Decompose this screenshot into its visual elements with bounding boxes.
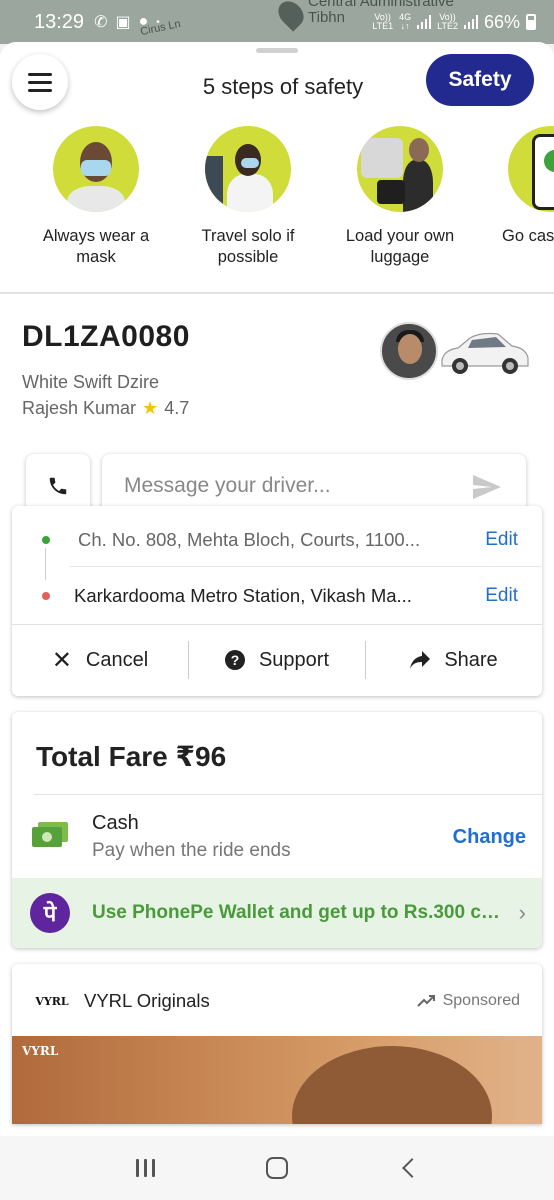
edit-drop-button[interactable]: Edit (485, 585, 518, 607)
safety-button[interactable]: Safety (426, 54, 534, 106)
safety-step-label: Load your own luggage (345, 227, 455, 266)
safety-step-label: Always wear a mask (42, 227, 150, 266)
vyrl-watermark-logo: VYRL (22, 1044, 59, 1058)
safety-step-cashless[interactable]: Go cas limit co (482, 126, 554, 247)
safety-step-luggage[interactable]: Load your own luggage (330, 126, 470, 268)
total-fare: Total Fare ₹96 (36, 741, 227, 772)
message-placeholder: Message your driver... (124, 474, 331, 497)
sheet-drag-handle[interactable] (256, 48, 298, 53)
help-icon: ? (224, 650, 245, 670)
driver-avatar[interactable] (380, 322, 438, 380)
battery-percent: 66% (483, 11, 520, 32)
cash-icon (32, 822, 68, 847)
fare-card: Total Fare ₹96 Cash Pay when the ride en… (12, 712, 542, 948)
pickup-address: Ch. No. 808, Mehta Bloch, Courts, 1100..… (78, 529, 421, 550)
system-navigation-bar (0, 1136, 554, 1200)
solo-travel-image (205, 126, 291, 212)
safety-step-solo[interactable]: Travel solo if possible (178, 126, 318, 268)
sponsored-person-image (292, 1046, 492, 1124)
payment-method-description: Pay when the ride ends (92, 840, 291, 861)
phonepe-promo-banner[interactable]: पे Use PhonePe Wallet and get up to Rs.3… (12, 878, 542, 948)
fare-divider (34, 794, 542, 795)
send-icon[interactable] (472, 474, 502, 500)
sponsored-card[interactable]: VYRL VYRL Originals Sponsored VYRL (12, 964, 542, 1124)
edit-pickup-button[interactable]: Edit (485, 529, 518, 551)
change-payment-button[interactable]: Change (453, 826, 526, 849)
mask-person-image (53, 126, 139, 212)
share-arrow-icon (410, 651, 431, 669)
sponsored-image[interactable]: VYRL (12, 1036, 542, 1124)
sponsor-name: VYRL Originals (84, 990, 210, 1011)
safety-step-mask[interactable]: Always wear a mask (26, 126, 166, 268)
status-time: 13:29 (34, 10, 85, 33)
signal-2-icon (463, 15, 478, 29)
map-label-line-2: Tibhn (308, 9, 345, 26)
promo-text: Use PhonePe Wallet and get up to Rs.300 … (92, 902, 504, 923)
status-bar: 13:29 ✆ ▣ ● • Central Administrative Tib… (0, 0, 554, 44)
payment-method: Cash (92, 812, 139, 834)
ride-actions: ✕ Cancel ? Support Share (12, 625, 542, 695)
pickup-row: Ch. No. 808, Mehta Bloch, Courts, 1100..… (12, 512, 542, 568)
map-pin-icon (273, 0, 309, 32)
phone-icon (49, 477, 67, 495)
driver-name: Rajesh Kumar (22, 398, 137, 418)
driver-rating: 4.7 (164, 398, 190, 418)
safety-steps-carousel[interactable]: Always wear a mask Travel solo if possib… (0, 126, 554, 276)
cashless-payment-image (508, 126, 554, 212)
safety-step-label: Travel solo if possible (201, 227, 295, 266)
route-card: Ch. No. 808, Mehta Bloch, Courts, 1100..… (12, 506, 542, 696)
vyrl-logo: VYRL (35, 994, 69, 1008)
share-label: Share (444, 648, 498, 671)
car-image (441, 332, 529, 374)
section-divider (0, 292, 554, 294)
support-label: Support (258, 648, 330, 671)
map-background-label: Central Administrative Tibhn Cirus Ln (139, 0, 454, 38)
gallery-notification-icon: ▣ (115, 14, 131, 31)
close-icon: ✕ (51, 646, 72, 674)
vehicle-plate: DL1ZA0080 (22, 320, 190, 353)
recent-apps-button[interactable] (135, 1159, 155, 1177)
sponsored-label: Sponsored (416, 992, 520, 1010)
route-divider (70, 566, 542, 567)
star-icon: ★ (142, 398, 159, 418)
safety-step-label: Go cas limit co (502, 227, 554, 245)
car-model: White Swift Dzire (22, 372, 160, 392)
drop-dot-icon (42, 592, 50, 600)
support-button[interactable]: ? Support (189, 625, 365, 695)
drop-address: Karkardooma Metro Station, Vikash Ma... (74, 585, 412, 606)
pickup-dot-icon (42, 536, 50, 544)
driver-info: Rajesh Kumar ★ 4.7 (22, 398, 189, 419)
battery-icon (526, 14, 536, 30)
phone-notification-icon: ✆ (94, 14, 108, 31)
phonepe-logo-icon: पे (30, 893, 70, 933)
chevron-right-icon: › (518, 900, 526, 925)
drop-row: Karkardooma Metro Station, Vikash Ma... … (12, 568, 542, 624)
trending-icon (416, 995, 435, 1007)
cancel-label: Cancel (85, 648, 149, 671)
home-button[interactable] (265, 1157, 288, 1179)
back-button[interactable] (401, 1158, 422, 1178)
luggage-image (357, 126, 443, 212)
cancel-ride-button[interactable]: ✕ Cancel (12, 625, 188, 695)
share-ride-button[interactable]: Share (366, 625, 542, 695)
